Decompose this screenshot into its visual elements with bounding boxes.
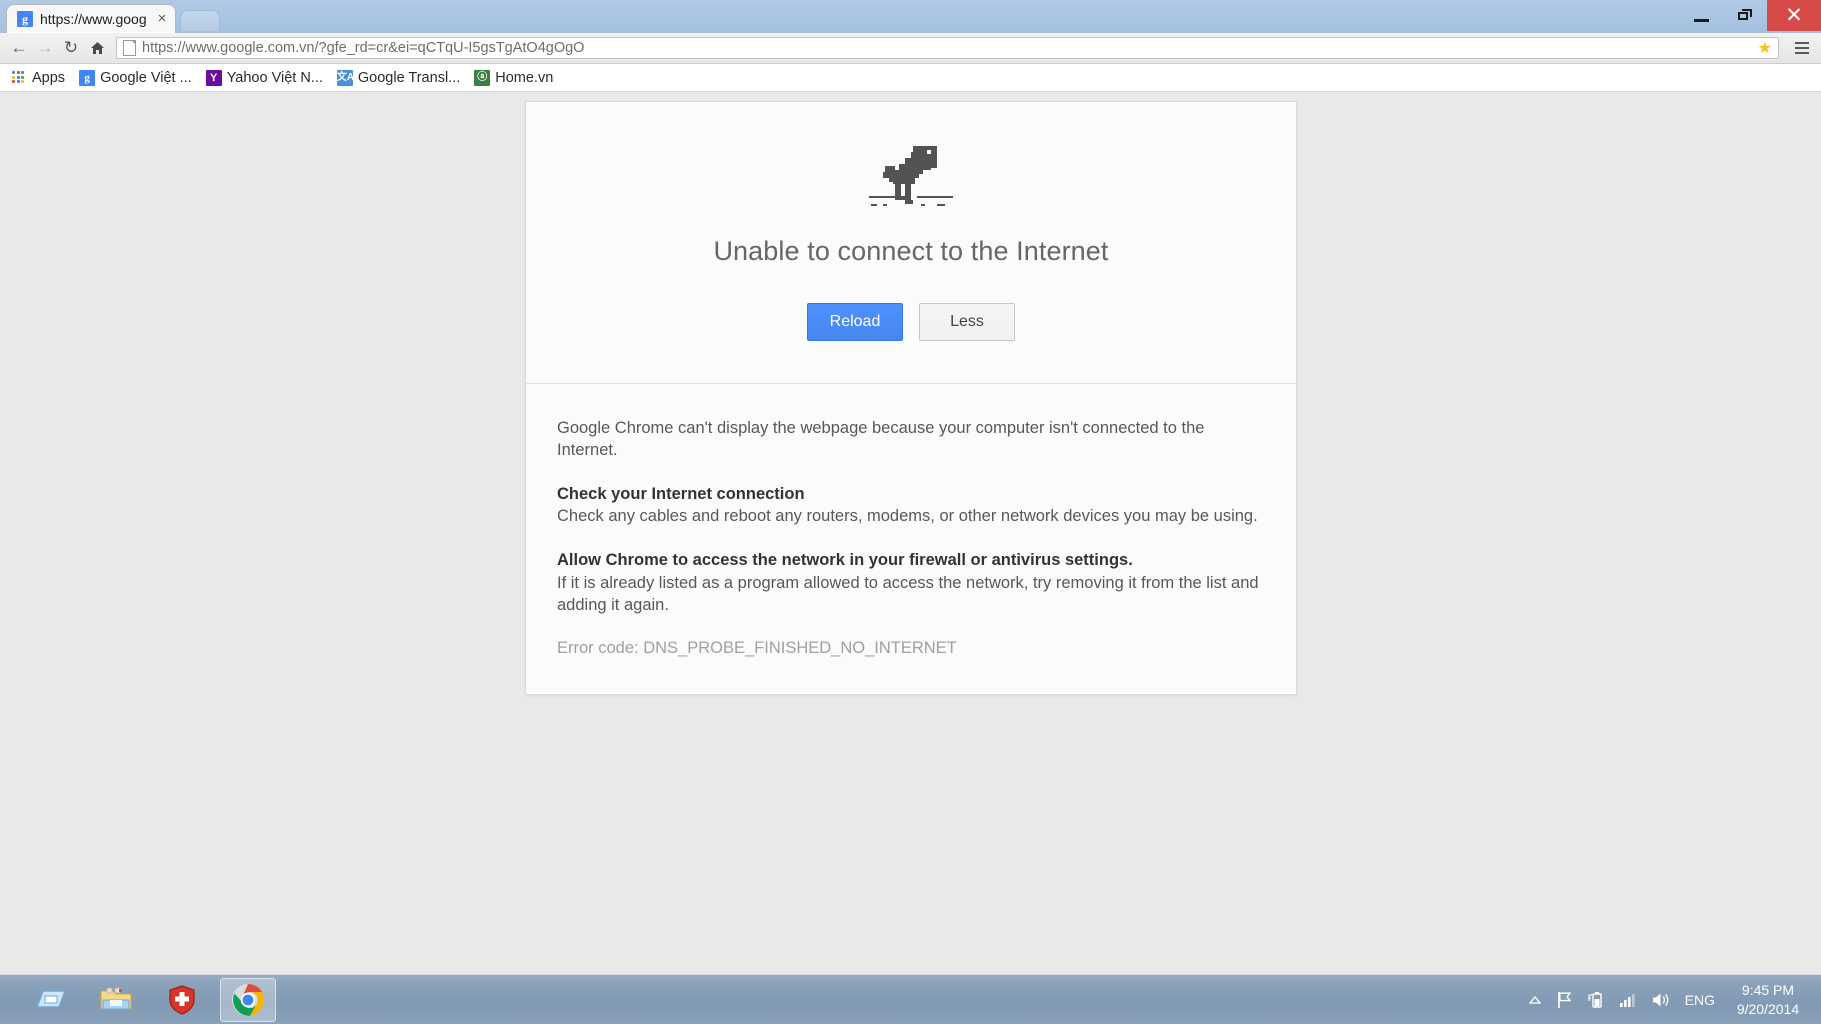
dino-svg: [869, 146, 953, 206]
reload-button[interactable]: ↻: [58, 35, 84, 61]
error-card: Unable to connect to the Internet Reload…: [525, 101, 1297, 696]
suggestion-body: If it is already listed as a program all…: [557, 573, 1259, 614]
language-indicator[interactable]: ENG: [1685, 992, 1715, 1008]
bookmark-yahoo-viet[interactable]: Y Yahoo Việt N...: [202, 67, 331, 89]
battery-icon: [1588, 991, 1602, 1008]
home-button[interactable]: [84, 35, 110, 61]
google-chrome-icon: [232, 983, 265, 1016]
close-button[interactable]: ✕: [1767, 0, 1821, 31]
windows-taskbar: ENG 9:45 PM 9/20/2014: [0, 974, 1821, 1024]
taskbar-file-explorer-button[interactable]: [88, 978, 144, 1022]
menu-line-2: [1795, 47, 1809, 49]
flag-icon: [1557, 991, 1572, 1008]
taskbar-items: [0, 977, 276, 1022]
browser-toolbar: ← → ↻ https://www.google.com.vn/?gfe_rd=…: [0, 33, 1821, 64]
volume-button[interactable]: [1651, 991, 1671, 1009]
suggestion-title: Allow Chrome to access the network in yo…: [557, 551, 1133, 570]
antivirus-shield-icon: [169, 984, 195, 1015]
bookmark-star-icon[interactable]: ★: [1754, 38, 1772, 58]
restore-button[interactable]: [1723, 0, 1767, 31]
show-hidden-icons-button[interactable]: [1528, 995, 1541, 1005]
bookmark-label: Home.vn: [495, 69, 554, 86]
clock-date: 9/20/2014: [1736, 1000, 1800, 1017]
bookmark-apps[interactable]: Apps: [6, 67, 73, 89]
suggestion-title: Check your Internet connection: [557, 484, 805, 503]
tab-strip: g https://www.goog × ✕: [0, 0, 1821, 33]
bookmark-google-viet[interactable]: g Google Việt ...: [75, 67, 200, 89]
taskbar-unikey-button[interactable]: [22, 978, 78, 1022]
error-card-header: Unable to connect to the Internet Reload…: [526, 102, 1296, 384]
minimize-icon: [1693, 18, 1709, 22]
bookmarks-bar: Apps g Google Việt ... Y Yahoo Việt N...…: [0, 64, 1821, 92]
bookmark-label: Google Việt ...: [100, 69, 192, 86]
error-button-row: Reload Less: [526, 303, 1296, 341]
suggestion-body: Check any cables and reboot any routers,…: [557, 507, 1258, 526]
home-vn-icon: ⓐ: [474, 69, 491, 86]
tab-favicon-google: g: [17, 11, 33, 27]
error-intro-text: Google Chrome can't display the webpage …: [557, 419, 1205, 459]
google-icon: g: [79, 69, 96, 86]
tab-close-icon[interactable]: ×: [155, 11, 169, 26]
restore-icon: [1737, 9, 1753, 22]
menu-line-1: [1795, 42, 1809, 44]
window-controls: ✕: [1679, 0, 1821, 31]
browser-tab[interactable]: g https://www.goog ×: [6, 4, 176, 33]
address-bar-url[interactable]: https://www.google.com.vn/?gfe_rd=cr&ei=…: [142, 40, 1754, 56]
bookmark-google-translate[interactable]: 文A Google Transl...: [333, 67, 468, 89]
home-icon: [90, 42, 104, 54]
forward-arrow-icon: →: [36, 38, 54, 57]
suggestion-firewall: Allow Chrome to access the network in yo…: [557, 550, 1266, 616]
reload-button[interactable]: Reload: [807, 303, 903, 341]
system-tray: ENG 9:45 PM 9/20/2014: [1528, 981, 1821, 1019]
bookmark-label: Google Transl...: [357, 69, 461, 86]
close-icon: ✕: [1785, 4, 1803, 27]
minimize-button[interactable]: [1679, 0, 1723, 31]
clock-time: 9:45 PM: [1741, 981, 1795, 998]
chrome-menu-icon[interactable]: [1791, 38, 1813, 58]
taskbar-antivirus-button[interactable]: [154, 978, 210, 1022]
less-details-button[interactable]: Less: [919, 303, 1015, 341]
bookmark-label: Apps: [32, 69, 66, 86]
suggestion-check-connection: Check your Internet connection Check any…: [557, 484, 1266, 529]
tab-title: https://www.goog: [40, 11, 147, 27]
error-code-text: Error code: DNS_PROBE_FINISHED_NO_INTERN…: [557, 639, 957, 658]
menu-line-3: [1795, 52, 1809, 54]
address-bar[interactable]: https://www.google.com.vn/?gfe_rd=cr&ei=…: [116, 37, 1779, 59]
unikey-icon: [35, 989, 67, 1008]
volume-icon: [1652, 993, 1668, 1006]
network-signal-icon: [1619, 993, 1635, 1007]
reload-icon: ↻: [63, 38, 79, 57]
forward-button[interactable]: →: [32, 35, 58, 61]
google-translate-icon: 文A: [336, 69, 354, 86]
error-heading: Unable to connect to the Internet: [713, 236, 1109, 266]
apps-grid-icon: [12, 71, 25, 84]
battery-button[interactable]: [1587, 991, 1605, 1009]
browser-window: g https://www.goog × ✕ ← → ↻ https://www…: [0, 0, 1821, 975]
error-card-body: Google Chrome can't display the webpage …: [526, 384, 1296, 694]
chevron-up-icon: [1528, 995, 1541, 1004]
page-document-icon: [123, 40, 136, 56]
action-center-button[interactable]: [1555, 991, 1573, 1009]
page-viewport: Unable to connect to the Internet Reload…: [0, 92, 1821, 975]
bookmark-home-vn[interactable]: ⓐ Home.vn: [470, 67, 561, 89]
yahoo-icon: Y: [205, 69, 222, 86]
back-button[interactable]: ←: [6, 35, 32, 61]
bookmark-label: Yahoo Việt N...: [226, 69, 323, 86]
taskbar-chrome-button[interactable]: [220, 977, 276, 1022]
new-tab-button[interactable]: [180, 10, 220, 31]
file-explorer-icon: [100, 987, 132, 1009]
clock[interactable]: 9:45 PM 9/20/2014: [1729, 981, 1807, 1019]
t-rex-dinosaur-icon: [865, 142, 957, 210]
network-button[interactable]: [1619, 992, 1637, 1008]
back-arrow-icon: ←: [10, 38, 28, 57]
